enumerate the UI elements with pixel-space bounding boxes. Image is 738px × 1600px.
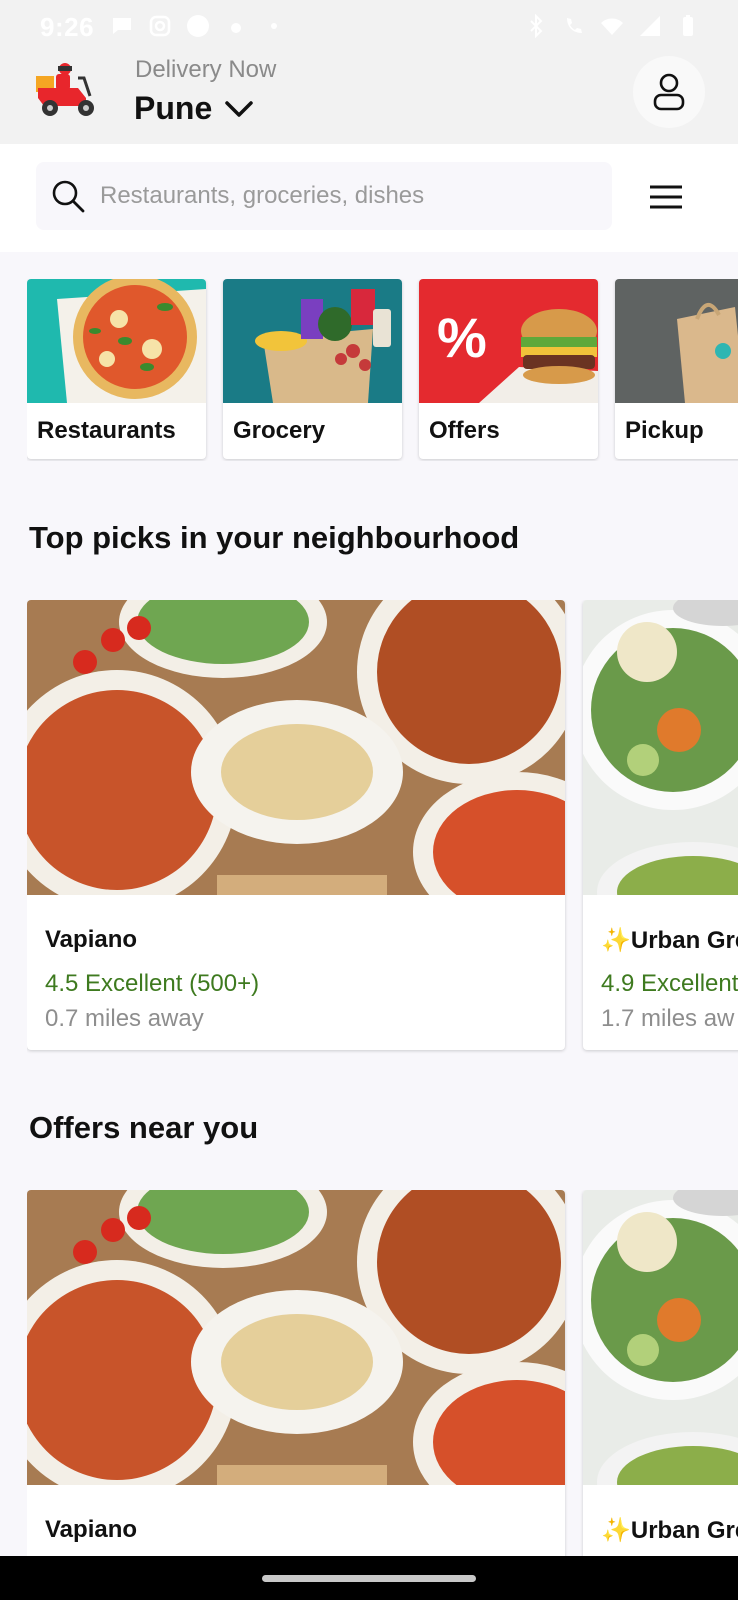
restaurant-name: ✨Urban Gre — [601, 927, 738, 954]
restaurant-name: Vapiano — [45, 1516, 138, 1543]
category-label: Pickup — [625, 417, 704, 444]
category-pickup[interactable]: Pickup — [615, 279, 738, 459]
restaurant-card[interactable]: Vapiano — [27, 1190, 565, 1600]
category-restaurants[interactable]: Restaurants — [27, 279, 206, 459]
location-selector[interactable]: Pune — [134, 90, 254, 127]
top-picks-carousel: Vapiano 4.5 Excellent (500+) 0.7 miles a… — [27, 600, 738, 1060]
status-bar: 9:26 — [0, 0, 738, 56]
instagram-icon — [149, 15, 171, 37]
svg-text:%: % — [437, 306, 487, 369]
restaurant-distance: 0.7 miles away — [45, 1005, 204, 1032]
category-label: Grocery — [233, 417, 326, 444]
system-icons — [524, 14, 700, 38]
city-name: Pune — [134, 90, 213, 126]
grocery-bag-image — [223, 279, 402, 403]
chevron-down-icon — [225, 100, 253, 117]
restaurant-name: Vapiano — [45, 926, 138, 953]
restaurant-card[interactable]: ✨Urban Gre — [583, 1190, 738, 1600]
search-input[interactable] — [100, 162, 600, 230]
search-icon — [52, 180, 85, 213]
category-grocery[interactable]: Grocery — [223, 279, 402, 459]
category-offers[interactable]: % Offers — [419, 279, 598, 459]
restaurant-name: ✨Urban Gre — [601, 1517, 738, 1544]
menu-icon[interactable] — [646, 182, 686, 212]
pickup-bag-image — [615, 279, 738, 403]
message-icon — [113, 18, 131, 34]
status-time: 9:26 — [40, 12, 95, 42]
dot-icon — [271, 23, 277, 29]
phone-icon — [567, 18, 582, 33]
category-label: Restaurants — [37, 417, 176, 444]
restaurant-image — [27, 1190, 565, 1485]
offers-burger-image: % — [419, 279, 598, 403]
restaurant-card[interactable]: Vapiano 4.5 Excellent (500+) 0.7 miles a… — [27, 600, 565, 1050]
profile-button[interactable] — [633, 56, 705, 128]
restaurant-image — [583, 1190, 738, 1485]
user-icon — [653, 73, 685, 111]
restaurant-image — [27, 600, 565, 895]
category-carousel: Restaurants Grocery % Offers Pickup — [27, 279, 738, 461]
restaurant-rating: 4.5 Excellent (500+) — [45, 970, 260, 997]
pizza-image — [27, 279, 206, 403]
search-box[interactable] — [36, 162, 612, 230]
restaurant-distance: 1.7 miles aw — [601, 1005, 735, 1032]
small-app-icon — [231, 23, 241, 33]
notification-icons — [110, 14, 286, 38]
restaurant-rating: 4.9 Excellent — [601, 970, 738, 997]
category-label: Offers — [429, 417, 500, 444]
wifi-icon — [601, 18, 623, 35]
scooter-icon — [36, 63, 94, 116]
home-indicator[interactable] — [262, 1575, 476, 1582]
offers-carousel: Vapiano ✨Urban Gre — [27, 1190, 738, 1600]
signal-icon — [640, 16, 660, 36]
app-header: Delivery Now Pune — [0, 56, 738, 144]
restaurant-image — [583, 600, 738, 895]
bluetooth-icon — [530, 14, 543, 38]
delivery-mode-label: Delivery Now — [135, 56, 277, 83]
app-icon — [187, 15, 209, 37]
battery-icon — [683, 15, 693, 36]
section-title: Offers near you — [29, 1110, 259, 1145]
restaurant-card[interactable]: ✨Urban Gre 4.9 Excellent 1.7 miles aw — [583, 600, 738, 1050]
system-nav-bar — [0, 1556, 738, 1600]
section-title: Top picks in your neighbourhood — [29, 520, 520, 555]
search-bar-section — [0, 144, 738, 252]
